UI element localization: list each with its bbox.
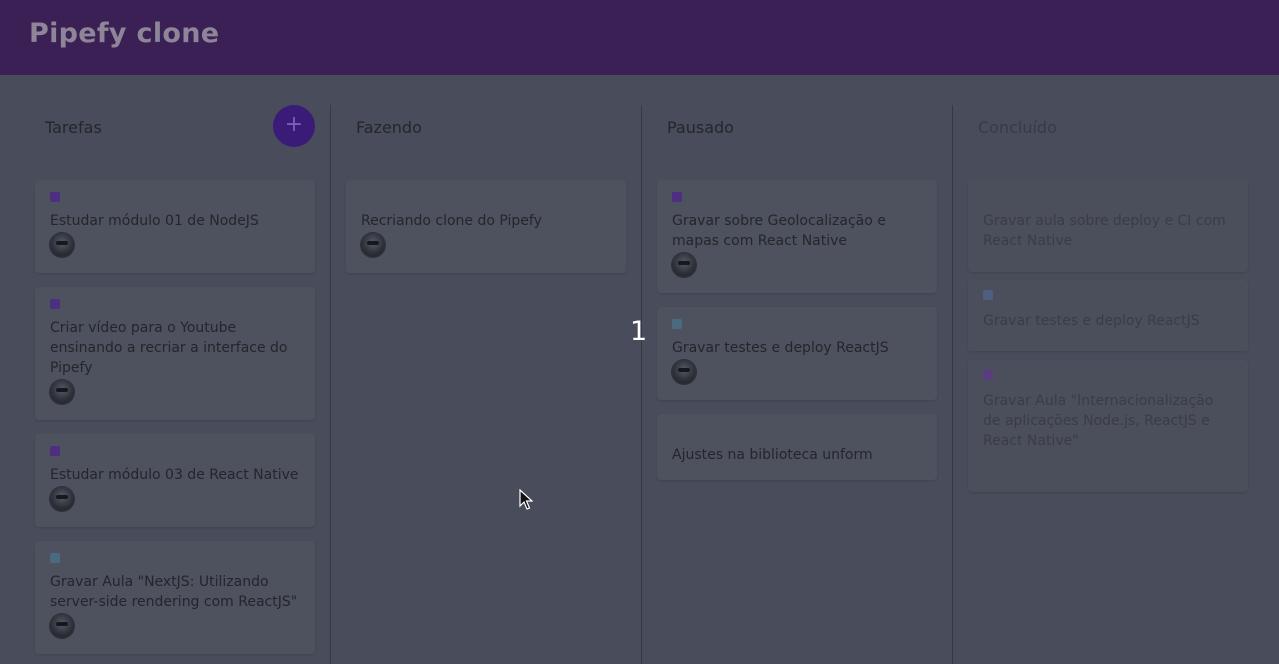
card-label <box>50 192 60 202</box>
avatar <box>50 380 74 404</box>
card-label <box>983 290 993 300</box>
card-text: Gravar testes e deploy ReactJS <box>983 313 1200 329</box>
app-title: Pipefy clone <box>29 18 220 49</box>
card-text: Gravar Aula "Internacionalização de apli… <box>983 393 1214 449</box>
card-text: Estudar módulo 03 de React Native <box>50 467 299 483</box>
card-label <box>50 446 60 456</box>
list-title: Fazendo <box>356 118 422 137</box>
avatar <box>50 233 74 257</box>
card[interactable]: Estudar módulo 03 de React Native <box>35 434 315 527</box>
card-text: Estudar módulo 01 de NodeJS <box>50 213 259 229</box>
list-title: Concluído <box>978 118 1057 137</box>
card[interactable]: Gravar testes e deploy ReactJS <box>968 280 1248 351</box>
list-concluido: Concluído Gravar aula sobre deploy e CI … <box>963 105 1263 664</box>
card-text: Gravar testes e deploy ReactJS <box>672 340 889 356</box>
card-text: Gravar aula sobre deploy e CI com React … <box>983 213 1226 249</box>
list-fazendo: Fazendo Recriando clone do Pipefy <box>341 105 642 664</box>
avatar <box>672 253 696 277</box>
avatar <box>50 614 74 638</box>
list-title: Pausado <box>667 118 734 137</box>
card-label <box>50 299 60 309</box>
card-label <box>50 553 60 563</box>
card-text: Gravar sobre Geolocalização e mapas com … <box>672 213 886 249</box>
card-label <box>672 192 682 202</box>
card-text: Gravar Aula "NextJS: Utilizando server-s… <box>50 574 298 610</box>
card[interactable]: Gravar Aula "NextJS: Utilizando server-s… <box>35 541 315 654</box>
app-header: Pipefy clone <box>0 0 1279 75</box>
card-label <box>983 370 993 380</box>
mouse-cursor-icon <box>519 489 533 510</box>
card-text: Recriando clone do Pipefy <box>361 213 542 229</box>
card[interactable]: Recriando clone do Pipefy <box>346 180 626 273</box>
card-label <box>672 319 682 329</box>
card[interactable]: Estudar módulo 01 de NodeJS <box>35 180 315 273</box>
drag-counter: 1 <box>630 316 648 347</box>
card[interactable]: Ajustes na biblioteca unform <box>657 414 937 480</box>
avatar <box>361 233 385 257</box>
card[interactable]: Criar vídeo para o Youtube ensinando a r… <box>35 287 315 420</box>
list-title: Tarefas <box>45 118 102 137</box>
card-text: Criar vídeo para o Youtube ensinando a r… <box>50 320 288 376</box>
add-card-button[interactable]: + <box>273 105 315 147</box>
list-tarefas: Tarefas + Estudar módulo 01 de NodeJS Cr… <box>30 105 331 664</box>
card[interactable]: Gravar sobre Geolocalização e mapas com … <box>657 180 937 293</box>
card-text: Ajustes na biblioteca unform <box>672 447 873 463</box>
avatar <box>672 360 696 384</box>
card[interactable]: Gravar aula sobre deploy e CI com React … <box>968 180 1248 272</box>
card[interactable]: Gravar testes e deploy ReactJS <box>657 307 937 400</box>
list-pausado: Pausado Gravar sobre Geolocalização e ma… <box>652 105 953 664</box>
kanban-board: Tarefas + Estudar módulo 01 de NodeJS Cr… <box>0 75 1279 664</box>
card[interactable]: Gravar Aula "Internacionalização de apli… <box>968 360 1248 492</box>
avatar <box>50 487 74 511</box>
